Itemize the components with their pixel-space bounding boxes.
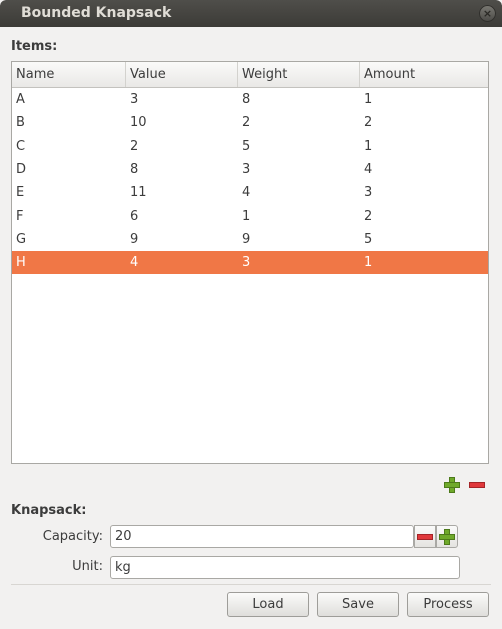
- cell-value: 8: [130, 161, 139, 177]
- cell-value: 4: [130, 255, 139, 271]
- cell-amount: 5: [364, 231, 373, 247]
- minus-icon: [416, 528, 434, 546]
- knapsack-label: Knapsack:: [11, 503, 87, 518]
- column-header-amount[interactable]: Amount: [360, 62, 488, 87]
- cell-weight: 8: [242, 92, 251, 107]
- cell-amount: 2: [364, 115, 373, 131]
- add-item-plus-icon[interactable]: [443, 476, 461, 494]
- window-title: Bounded Knapsack: [21, 5, 172, 21]
- title-bar[interactable]: Bounded Knapsack ×: [0, 0, 502, 27]
- separator: [11, 584, 491, 585]
- table-header: Name Value Weight Amount: [12, 62, 488, 88]
- table-row[interactable]: F 6 1 2: [12, 205, 488, 228]
- table-row[interactable]: D 8 3 4: [12, 158, 488, 181]
- cell-weight: 2: [242, 115, 251, 131]
- cell-amount: 3: [364, 185, 373, 201]
- cell-name: D: [16, 161, 27, 177]
- cell-name: E: [16, 185, 25, 201]
- cell-name: H: [16, 255, 26, 271]
- cell-weight: 4: [242, 185, 251, 201]
- items-table[interactable]: Name Value Weight Amount A 3 8 1 B 10 2 2 C 2 5 1 D 8…: [11, 61, 489, 464]
- cell-name: A: [16, 92, 25, 107]
- table-row[interactable]: H 4 3 1: [12, 251, 488, 275]
- column-header-value[interactable]: Value: [126, 62, 238, 87]
- cell-weight: 9: [242, 231, 251, 247]
- capacity-decrement-button[interactable]: [414, 525, 436, 548]
- cell-weight: 1: [242, 208, 251, 224]
- capacity-label: Capacity:: [42, 529, 103, 544]
- remove-item-minus-icon[interactable]: [468, 476, 486, 494]
- cell-value: 2: [130, 138, 139, 154]
- process-button[interactable]: Process: [407, 592, 489, 617]
- cell-amount: 1: [364, 92, 373, 107]
- app-window: Bounded Knapsack × Items: Name Value Wei…: [0, 0, 502, 629]
- items-label: Items:: [11, 39, 58, 54]
- cell-name: F: [16, 208, 24, 224]
- capacity-input[interactable]: 20: [110, 525, 414, 548]
- cell-weight: 3: [242, 255, 251, 271]
- cell-amount: 1: [364, 138, 373, 154]
- capacity-increment-button[interactable]: [436, 525, 458, 548]
- cell-name: C: [16, 138, 26, 154]
- cell-weight: 5: [242, 138, 251, 154]
- cell-amount: 4: [364, 161, 373, 177]
- unit-input[interactable]: kg: [110, 556, 460, 579]
- cell-amount: 1: [364, 255, 373, 271]
- cell-weight: 3: [242, 161, 251, 177]
- column-header-name[interactable]: Name: [12, 62, 126, 87]
- table-row[interactable]: C 2 5 1: [12, 135, 488, 158]
- table-row[interactable]: E 11 4 3: [12, 181, 488, 204]
- cell-value: 6: [130, 208, 139, 224]
- cell-name: G: [16, 231, 27, 247]
- close-icon[interactable]: ×: [479, 5, 496, 22]
- load-button[interactable]: Load: [227, 592, 309, 617]
- table-row[interactable]: G 9 9 5: [12, 228, 488, 251]
- plus-icon: [438, 528, 456, 546]
- cell-name: B: [16, 115, 25, 131]
- cell-value: 10: [130, 115, 147, 131]
- table-row[interactable]: B 10 2 2: [12, 111, 488, 134]
- cell-value: 9: [130, 231, 139, 247]
- cell-value: 3: [130, 92, 139, 107]
- unit-label: Unit:: [72, 559, 103, 574]
- save-button[interactable]: Save: [317, 592, 399, 617]
- column-header-weight[interactable]: Weight: [238, 62, 360, 87]
- table-row[interactable]: A 3 8 1: [12, 88, 488, 111]
- cell-value: 11: [130, 185, 147, 201]
- cell-amount: 2: [364, 208, 373, 224]
